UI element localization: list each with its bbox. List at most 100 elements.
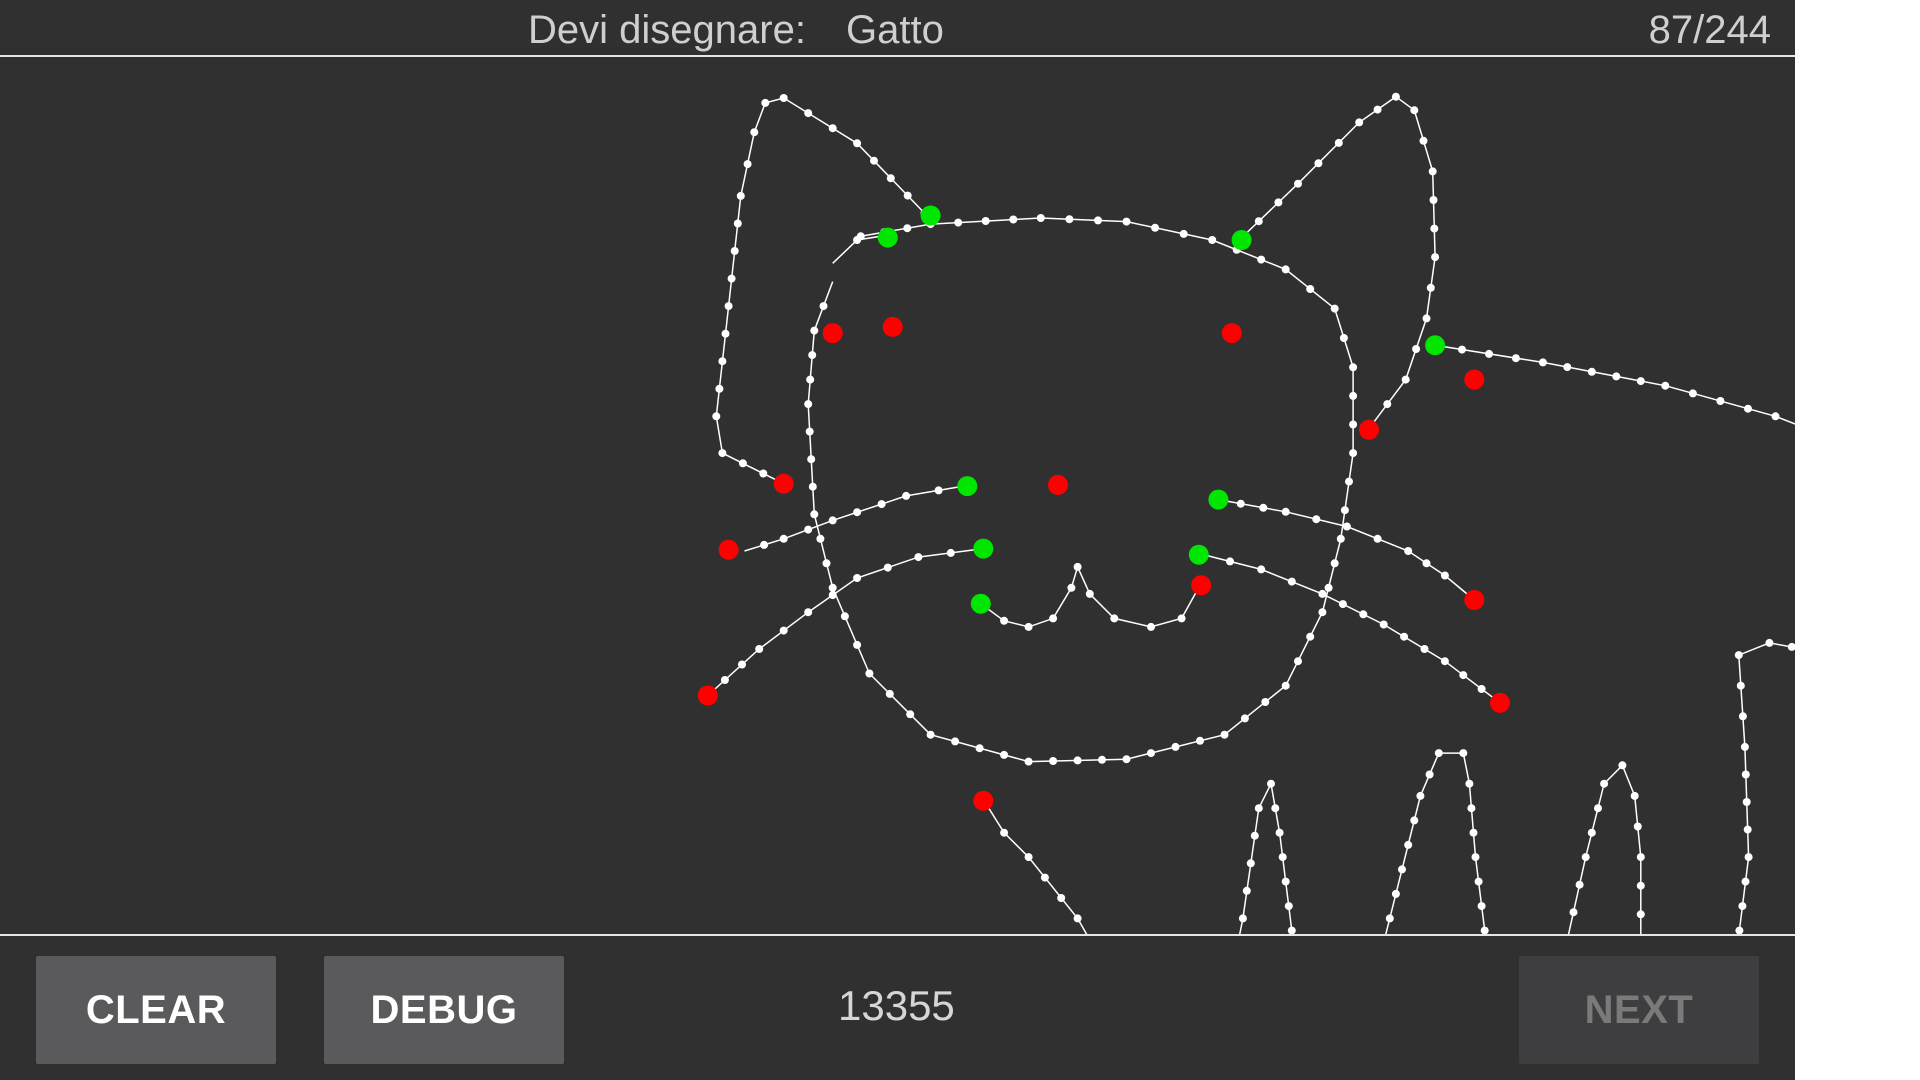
stroke-point	[1338, 600, 1347, 609]
prompt-word: Gatto	[846, 8, 944, 52]
stroke-point	[1287, 577, 1296, 586]
stroke-start-point	[920, 205, 941, 226]
next-button[interactable]: NEXT	[1519, 956, 1759, 1064]
drawing-strokes	[697, 92, 1920, 1080]
stroke-point	[1636, 910, 1645, 919]
drawing-counter: 87/244	[1648, 8, 1771, 52]
stroke-point	[750, 128, 759, 137]
stroke-point	[1281, 507, 1290, 516]
stroke-point	[1740, 742, 1749, 751]
stroke-point	[853, 236, 862, 244]
stroke-point	[808, 482, 817, 491]
stroke-point	[903, 191, 912, 200]
stroke-end-point	[718, 539, 739, 560]
stroke-point	[755, 645, 764, 653]
stroke-point	[1306, 285, 1315, 293]
stroke-point	[1412, 345, 1421, 353]
stroke-point	[1340, 506, 1349, 515]
stroke-point	[720, 676, 729, 684]
stroke-end-point	[773, 473, 794, 494]
stroke-point	[730, 247, 739, 255]
stroke-line	[1218, 498, 1475, 601]
stroke-point	[1429, 196, 1438, 204]
stroke-point	[1744, 404, 1752, 413]
stroke-point	[810, 326, 819, 335]
stroke-point	[1404, 547, 1413, 555]
debug-button[interactable]: DEBUG	[324, 956, 564, 1064]
stroke-start-point	[1188, 544, 1209, 565]
stroke-point	[808, 351, 817, 360]
stroke-point	[1618, 761, 1627, 770]
stroke-point	[1612, 372, 1621, 381]
header-bar: Devi disegnare: Gatto 87/244	[0, 0, 1795, 57]
stroke-point	[1404, 840, 1413, 849]
stroke-point	[1324, 583, 1333, 592]
stroke-point	[1036, 214, 1045, 222]
stroke-point	[1734, 651, 1743, 660]
stroke-point	[1428, 167, 1437, 176]
stroke-point	[1334, 138, 1343, 147]
stroke-point	[877, 500, 886, 509]
stroke-point	[1294, 179, 1302, 188]
stroke-point	[1398, 865, 1406, 874]
drawing-app: Devi disegnare: Gatto 87/244 CLEAR DEBUG…	[0, 0, 1920, 1080]
stroke-point	[1349, 363, 1358, 372]
prompt-label: Devi disegnare:	[528, 8, 806, 52]
stroke-point	[1688, 389, 1697, 398]
stroke-point	[902, 491, 911, 500]
stroke-point	[1261, 698, 1270, 706]
stroke-point	[1636, 853, 1645, 862]
stroke-point	[1410, 816, 1419, 825]
stroke-point	[1274, 198, 1283, 207]
stroke-point	[1581, 853, 1590, 862]
stroke-point	[810, 510, 819, 519]
stroke-point	[1342, 522, 1351, 531]
stroke-point	[1744, 853, 1753, 862]
clear-button[interactable]: CLEAR	[36, 956, 276, 1064]
stroke-point	[804, 400, 813, 409]
stroke-point	[1736, 681, 1745, 690]
stroke-point	[1469, 828, 1478, 837]
stroke-point	[1430, 224, 1439, 233]
stroke-point	[733, 219, 742, 228]
stroke-point	[1208, 236, 1217, 244]
stroke-point	[1151, 223, 1160, 232]
stroke-point	[1480, 926, 1489, 935]
stroke-point	[1284, 902, 1293, 911]
stroke-end-point	[1490, 692, 1510, 713]
stroke-point	[883, 563, 892, 572]
stroke-point	[1426, 283, 1435, 292]
stroke-point	[1073, 914, 1082, 923]
stroke-point	[779, 626, 788, 635]
stroke-point	[954, 218, 963, 227]
stroke-point	[1538, 358, 1547, 367]
stroke-point	[736, 191, 745, 200]
stroke-point	[715, 384, 724, 393]
stroke-point	[1275, 828, 1284, 837]
drawing-canvas[interactable]	[0, 57, 1920, 1080]
stroke-point	[885, 689, 894, 698]
stroke-point	[1330, 559, 1339, 568]
stroke-point	[1073, 756, 1082, 765]
footer-bar: CLEAR DEBUG 13355 NEXT	[0, 934, 1795, 1080]
stroke-point	[1359, 610, 1368, 619]
stroke-point	[1000, 828, 1009, 837]
stroke-point	[828, 583, 837, 592]
stroke-end-point	[1221, 323, 1242, 344]
stroke-point	[1425, 770, 1434, 779]
stroke-start-point	[957, 476, 978, 497]
stroke-point	[1431, 253, 1440, 262]
stroke-point	[1110, 614, 1119, 623]
stroke-point	[903, 224, 912, 233]
stroke-point	[1383, 400, 1392, 409]
stroke-line	[1198, 552, 1501, 704]
stroke-point	[1040, 873, 1049, 882]
stroke-point	[1743, 825, 1752, 834]
stroke-start-point	[1231, 230, 1252, 250]
stroke-point	[853, 508, 862, 517]
stroke-point	[1318, 589, 1327, 598]
score-value: 13355	[838, 982, 955, 1029]
stroke-point	[1024, 757, 1033, 766]
stroke-point	[1349, 391, 1358, 400]
stroke-point	[1294, 657, 1302, 666]
